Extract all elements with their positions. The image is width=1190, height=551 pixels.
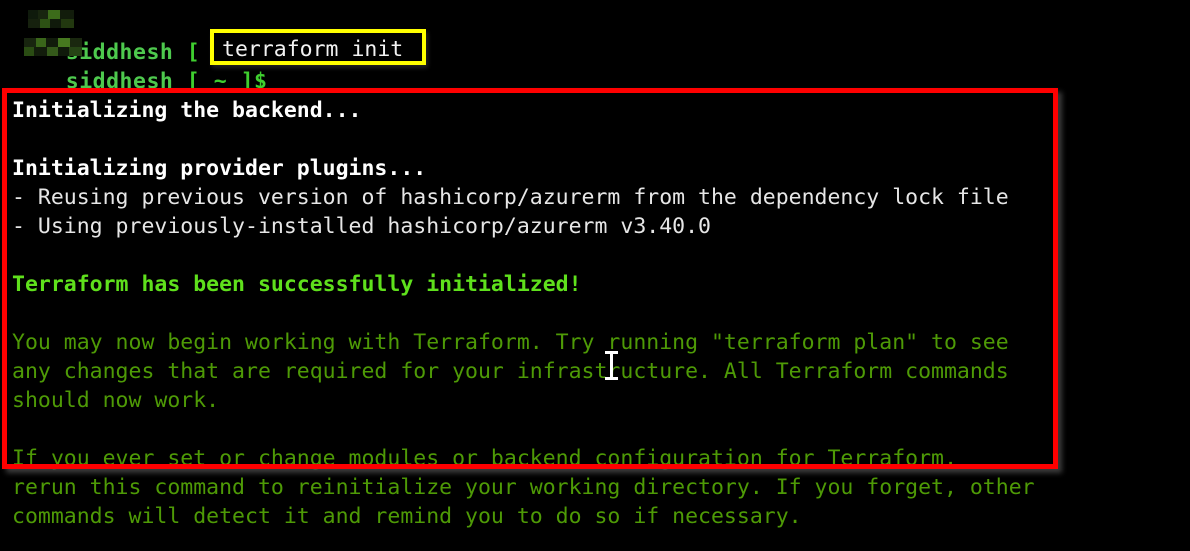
output-line-rerun-command: rerun this command to reinitialize your … (12, 475, 1035, 500)
output-line-commands-detect: commands will detect it and remind you t… (12, 504, 802, 529)
command-highlight-box: terraform init (210, 29, 426, 65)
text-cursor-icon (605, 351, 618, 380)
highlighted-command-text: terraform init (222, 37, 404, 62)
prompt-line-3: siddhesh [ ~ ]$ terraform plan (12, 528, 496, 551)
terminal-window: siddhesh [ ~ ]$ siddhesh [ ~ ]$ siddhesh… (0, 0, 1190, 551)
clipped-prompt-row-bottom: siddhesh [ ~ ]$ terraform plan (0, 528, 1190, 551)
output-highlight-box (2, 88, 1058, 469)
